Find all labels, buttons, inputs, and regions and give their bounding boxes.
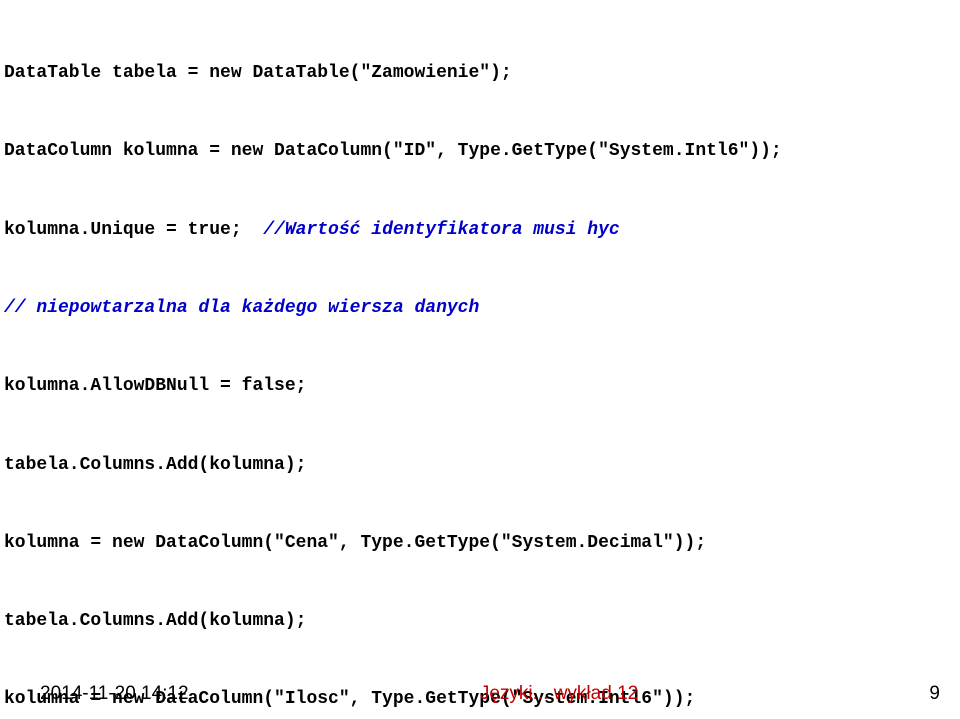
code-line: // niepowtarzalna dla każdego wiersza da… xyxy=(4,295,956,321)
code-text: kolumna.AllowDBNull = false; xyxy=(4,376,306,396)
code-text: kolumna = new DataColumn("Cena", Type.Ge… xyxy=(4,533,706,553)
footer-timestamp: 2014-11-20 14:12 xyxy=(40,683,189,705)
code-comment: //Wartość identyfikatora musi hyc xyxy=(263,220,619,240)
code-line: kolumna.Unique = true; //Wartość identyf… xyxy=(4,217,956,243)
slide-footer: 2014-11-20 14:12 Języki... wykład 12 9 xyxy=(0,683,960,705)
code-text: tabela.Columns.Add(kolumna); xyxy=(4,455,306,475)
code-line: tabela.Columns.Add(kolumna); xyxy=(4,452,956,478)
code-block: DataTable tabela = new DataTable("Zamowi… xyxy=(0,0,960,719)
code-line: tabela.Columns.Add(kolumna); xyxy=(4,608,956,634)
code-line: DataColumn kolumna = new DataColumn("ID"… xyxy=(4,138,956,164)
code-line: kolumna.AllowDBNull = false; xyxy=(4,373,956,399)
footer-page-number: 9 xyxy=(929,683,940,705)
code-line: DataTable tabela = new DataTable("Zamowi… xyxy=(4,60,956,86)
code-text: DataTable tabela = new DataTable("Zamowi… xyxy=(4,63,512,83)
footer-title: Języki... wykład 12 xyxy=(480,683,638,705)
code-line: kolumna = new DataColumn("Cena", Type.Ge… xyxy=(4,530,956,556)
code-text: kolumna.Unique = true; xyxy=(4,220,263,240)
code-comment: // niepowtarzalna dla każdego wiersza da… xyxy=(4,298,479,318)
code-text: DataColumn kolumna = new DataColumn("ID"… xyxy=(4,141,782,161)
slide-page: DataTable tabela = new DataTable("Zamowi… xyxy=(0,0,960,719)
code-text: tabela.Columns.Add(kolumna); xyxy=(4,611,306,631)
